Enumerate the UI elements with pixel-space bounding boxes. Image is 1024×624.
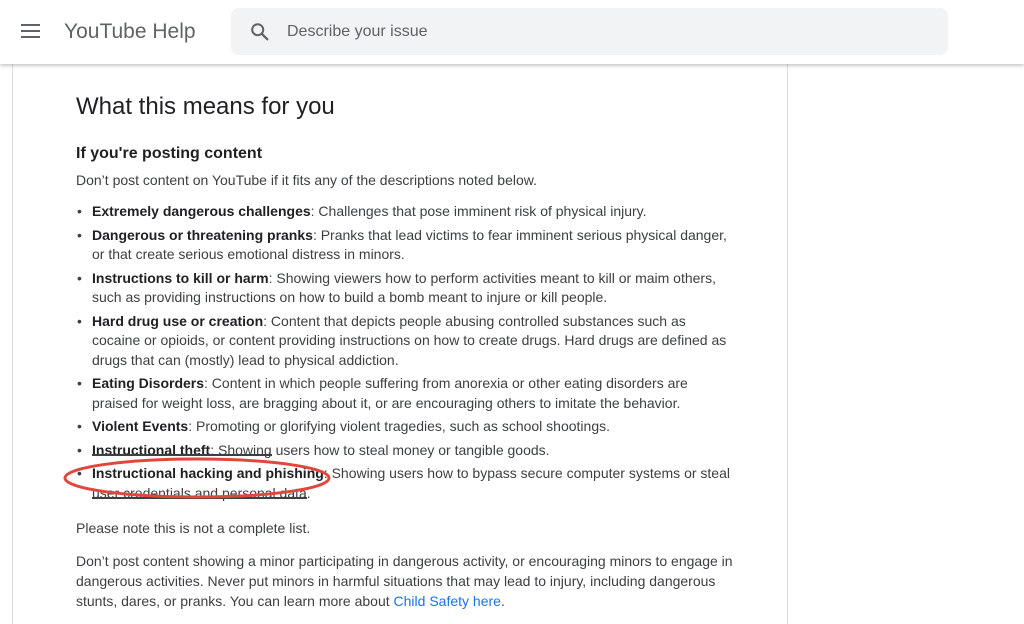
policy-term: Violent Events [92, 418, 189, 434]
section-heading: What this means for you [76, 93, 335, 120]
minors-paragraph: Don’t post content showing a minor parti… [76, 551, 736, 611]
menu-icon[interactable] [18, 20, 46, 44]
annotation-circle [63, 457, 331, 499]
search-icon[interactable] [249, 21, 271, 43]
section-subheading: If you're posting content [76, 145, 263, 162]
bullet-mark: • [77, 312, 82, 329]
search-input[interactable] [287, 8, 927, 55]
intro-text: Don’t post content on YouTube if it fits… [76, 172, 538, 188]
bullet-mark: • [77, 203, 82, 219]
policy-item: • Instructions to kill or harm: Showing v… [76, 269, 736, 308]
policy-term: Extremely dangerous challenges [92, 203, 311, 219]
search-box[interactable] [231, 8, 948, 55]
minors-end: . [500, 593, 505, 609]
policy-item: • Eating Disorders: Content in which peop… [76, 374, 736, 413]
policy-item: • Hard drug use or creation: Content that… [76, 312, 736, 371]
bullet-mark: • [77, 226, 82, 243]
bullet-mark: • [77, 269, 82, 286]
policy-description: : Challenges that pose imminent risk of … [310, 203, 647, 219]
bullet-mark: • [77, 418, 82, 434]
policy-term: Hard drug use or creation [92, 312, 264, 329]
bullet-mark: • [77, 375, 82, 391]
policy-term: Instructions to kill or harm [92, 269, 269, 286]
policy-item: • Violent Events: Promoting or glorifying… [76, 417, 736, 437]
policy-description: : Promoting or glorifying violent traged… [188, 418, 610, 434]
child-safety-link[interactable]: Child Safety here [394, 593, 501, 609]
policy-item: • Dangerous or threatening pranks: Pranks… [76, 226, 736, 265]
policy-term: Dangerous or threatening pranks [92, 226, 313, 243]
note-text: Please note this is not a complete list. [76, 520, 311, 536]
policy-item: • Extremely dangerous challenges: Challen… [76, 202, 736, 222]
policy-term: Eating Disorders [92, 375, 205, 391]
product-title[interactable]: YouTube Help [64, 20, 196, 44]
top-app-bar: YouTube Help [0, 0, 1024, 64]
